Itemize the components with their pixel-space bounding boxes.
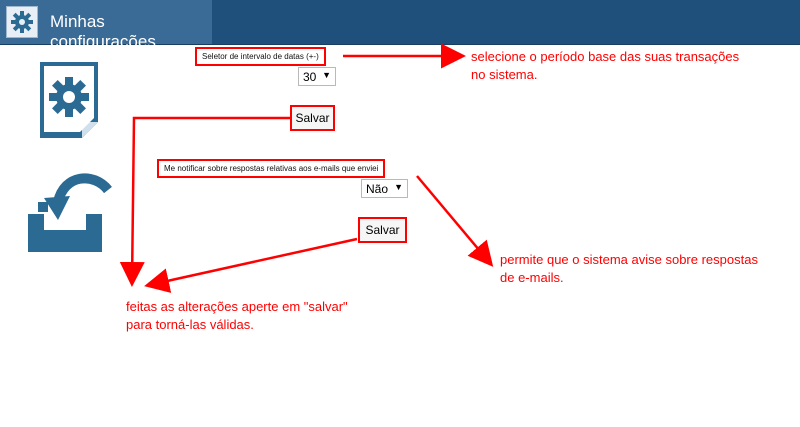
date-range-help-note: selecione o período base das suas transa… bbox=[471, 48, 739, 84]
save-help-line: feitas as alterações aperte em "salvar" bbox=[126, 299, 348, 314]
date-range-help-line: selecione o período base das suas transa… bbox=[471, 49, 740, 64]
notify-help-line: permite que o sistema avise sobre respos… bbox=[500, 252, 758, 267]
arrow-notify bbox=[416, 175, 494, 267]
arrow-save-connector bbox=[119, 116, 290, 287]
save-help-note: feitas as alterações aperte em "salvar" … bbox=[126, 298, 348, 334]
notify-help-line: de e-mails. bbox=[500, 270, 564, 285]
save-help-line: para torná-las válidas. bbox=[126, 317, 254, 332]
notify-help-note: permite que o sistema avise sobre respos… bbox=[500, 251, 758, 287]
arrow-save-note bbox=[144, 237, 358, 293]
date-range-help-line: no sistema. bbox=[471, 67, 538, 82]
